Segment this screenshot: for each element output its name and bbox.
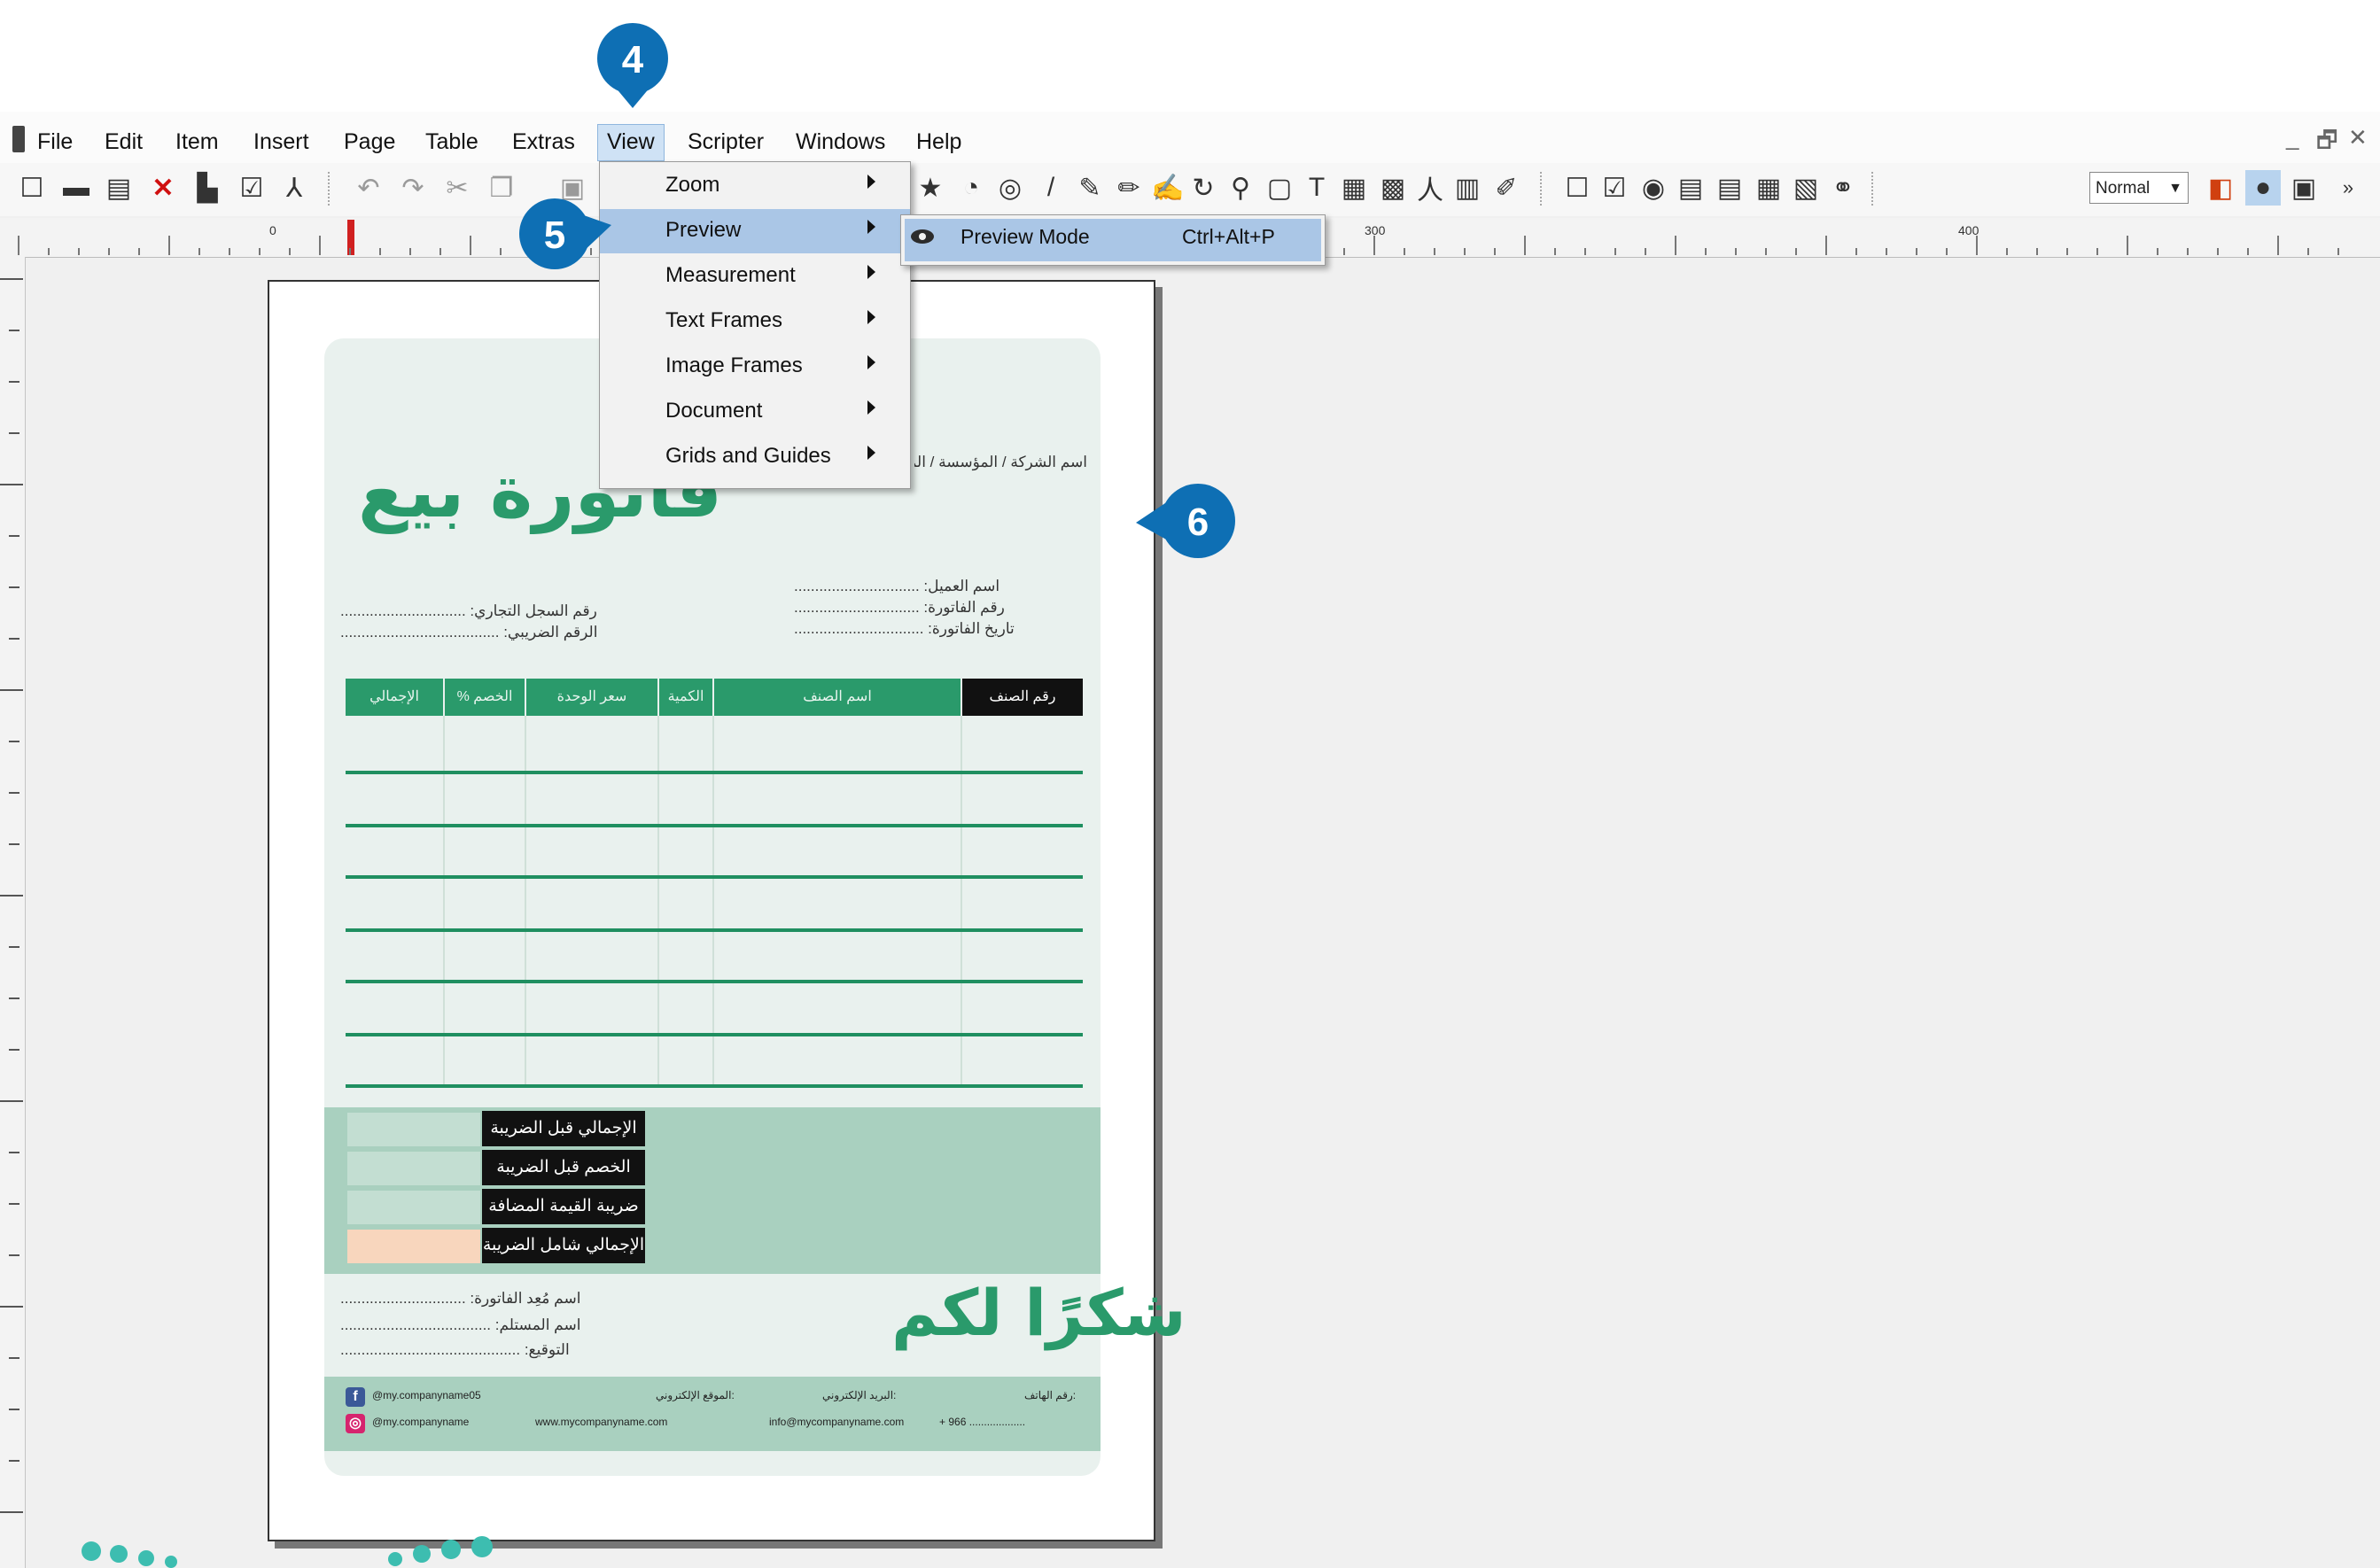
decorative-dot — [413, 1545, 431, 1563]
callout-layer: 4 5 6 — [519, 23, 1235, 558]
decorative-dot — [165, 1556, 177, 1568]
decorative-dot — [138, 1550, 154, 1566]
callout-6-number: 6 — [1187, 501, 1209, 544]
callout-5-pointer — [581, 214, 611, 253]
decorative-dot — [471, 1536, 493, 1557]
callout-4-number: 4 — [622, 38, 644, 82]
callout-4-pointer — [615, 87, 650, 108]
decorative-dot — [110, 1545, 128, 1563]
decorative-dot — [82, 1541, 101, 1561]
decorative-dot — [388, 1552, 402, 1566]
callout-5-number: 5 — [544, 213, 565, 257]
decorative-dot — [441, 1540, 461, 1559]
callout-6-pointer — [1136, 501, 1168, 540]
